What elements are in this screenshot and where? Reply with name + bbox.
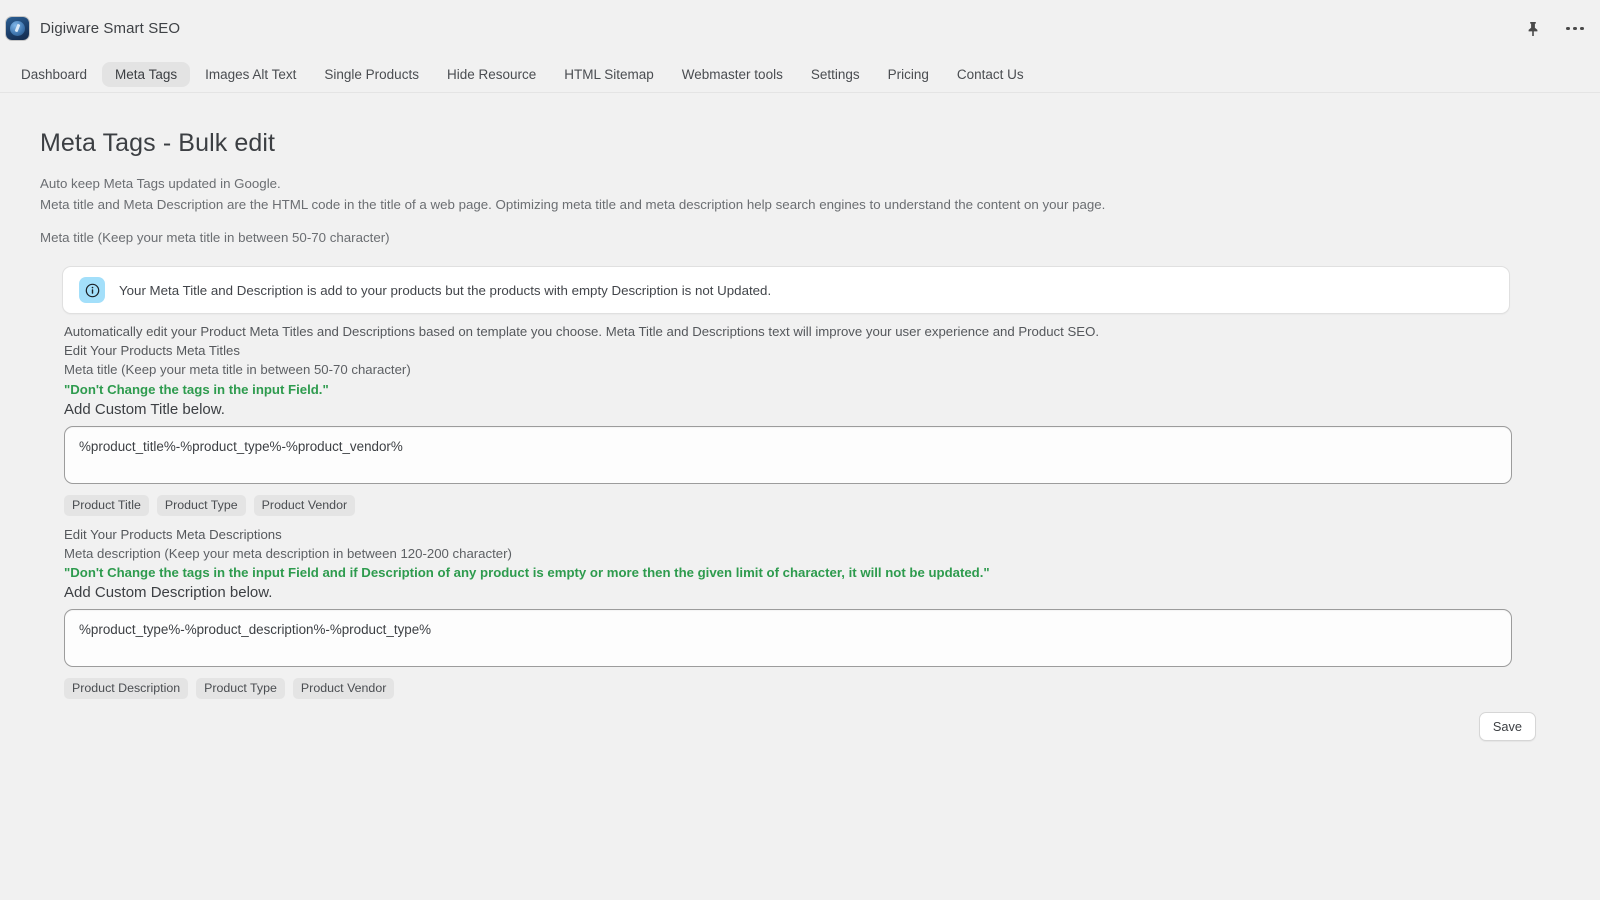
info-banner-message: Your Meta Title and Description is add t… bbox=[119, 282, 772, 298]
title-section-hint: Meta title (Keep your meta title in betw… bbox=[64, 362, 411, 378]
tab-single-products[interactable]: Single Products bbox=[311, 62, 432, 88]
page-content: Meta Tags - Bulk edit Auto keep Meta Tag… bbox=[0, 93, 1600, 742]
tab-html-sitemap[interactable]: HTML Sitemap bbox=[551, 62, 667, 88]
topbar-actions bbox=[1522, 0, 1586, 57]
tab-webmaster-tools[interactable]: Webmaster tools bbox=[669, 62, 796, 88]
tab-pricing[interactable]: Pricing bbox=[875, 62, 942, 88]
chip-product-type-2[interactable]: Product Type bbox=[196, 678, 285, 700]
custom-title-label: Add Custom Title below. bbox=[64, 400, 225, 418]
tab-images-alt-text[interactable]: Images Alt Text bbox=[192, 62, 309, 88]
pin-icon[interactable] bbox=[1522, 18, 1544, 40]
tab-contact-us[interactable]: Contact Us bbox=[944, 62, 1037, 88]
page-title: Meta Tags - Bulk edit bbox=[40, 129, 276, 157]
chip-product-vendor-2[interactable]: Product Vendor bbox=[292, 678, 395, 700]
info-circle-icon bbox=[79, 277, 105, 303]
more-horizontal-icon[interactable] bbox=[1564, 18, 1586, 40]
page-lead-line-3: Meta title (Keep your meta title in betw… bbox=[40, 230, 390, 245]
custom-description-input[interactable] bbox=[64, 609, 1512, 668]
app-title: Digiware Smart SEO bbox=[40, 20, 181, 37]
custom-title-input[interactable] bbox=[64, 425, 1512, 484]
chip-product-description[interactable]: Product Description bbox=[64, 678, 189, 700]
page-lead-line-1: Auto keep Meta Tags updated in Google. bbox=[40, 176, 281, 191]
description-section-warning: "Don't Change the tags in the input Fiel… bbox=[64, 565, 990, 581]
description-section-hint: Meta description (Keep your meta descrip… bbox=[64, 546, 512, 562]
seo-globe-icon bbox=[6, 17, 29, 40]
app-brand: Digiware Smart SEO bbox=[6, 17, 180, 40]
info-banner-wrapper: Your Meta Title and Description is add t… bbox=[40, 248, 1600, 314]
chip-product-title[interactable]: Product Title bbox=[64, 494, 149, 516]
meta-tags-form: Automatically edit your Product Meta Tit… bbox=[40, 314, 1600, 742]
save-button[interactable]: Save bbox=[1478, 712, 1536, 742]
custom-description-label: Add Custom Description below. bbox=[64, 584, 273, 602]
tab-dashboard[interactable]: Dashboard bbox=[8, 62, 100, 88]
chip-product-vendor[interactable]: Product Vendor bbox=[253, 494, 356, 516]
overflow-dots bbox=[1566, 26, 1584, 31]
info-banner: Your Meta Title and Description is add t… bbox=[62, 266, 1510, 314]
app-topbar: Digiware Smart SEO bbox=[0, 0, 1600, 57]
title-section-warning: "Don't Change the tags in the input Fiel… bbox=[64, 381, 329, 397]
description-token-chips: Product Description Product Type Product… bbox=[64, 678, 1600, 700]
title-section-heading: Edit Your Products Meta Titles bbox=[64, 343, 240, 359]
intro-description: Automatically edit your Product Meta Tit… bbox=[64, 324, 1099, 339]
tab-hide-resource[interactable]: Hide Resource bbox=[434, 62, 549, 88]
page-lead-line-2: Meta title and Meta Description are the … bbox=[40, 197, 1106, 212]
lead-spacer bbox=[40, 215, 1600, 227]
save-row: Save bbox=[64, 712, 1536, 742]
tab-meta-tags[interactable]: Meta Tags bbox=[102, 61, 191, 88]
description-section-heading: Edit Your Products Meta Descriptions bbox=[64, 526, 282, 542]
tab-settings[interactable]: Settings bbox=[798, 62, 873, 88]
main-navigation: Dashboard Meta Tags Images Alt Text Sing… bbox=[0, 57, 1600, 93]
chip-product-type[interactable]: Product Type bbox=[156, 494, 246, 516]
title-token-chips: Product Title Product Type Product Vendo… bbox=[64, 494, 1600, 516]
